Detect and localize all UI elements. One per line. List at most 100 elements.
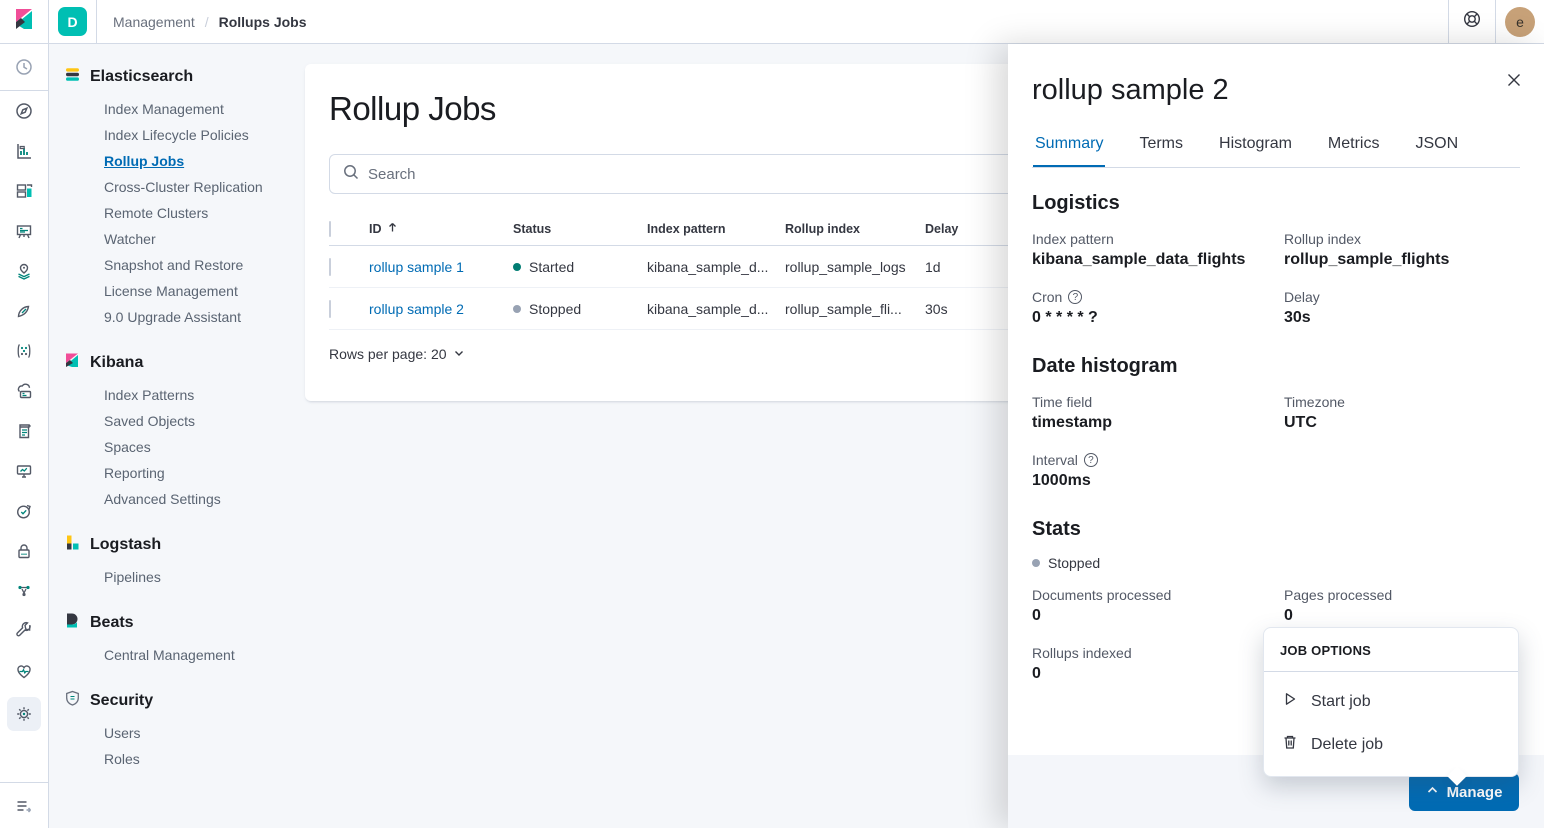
sidebar-item-snapshot-and-restore[interactable]: Snapshot and Restore bbox=[104, 252, 293, 278]
sidebar-item-watcher[interactable]: Watcher bbox=[104, 226, 293, 252]
status-started-dot bbox=[513, 262, 521, 271]
sidebar-item-advanced-settings[interactable]: Advanced Settings bbox=[104, 486, 293, 512]
sidebar-item-index-management[interactable]: Index Management bbox=[104, 96, 293, 122]
sidebar-item-license-management[interactable]: License Management bbox=[104, 278, 293, 304]
column-header-index-pattern[interactable]: Index pattern bbox=[647, 222, 785, 236]
close-icon[interactable] bbox=[1504, 70, 1524, 90]
rollup-index-cell: rollup_sample_fli... bbox=[785, 300, 902, 317]
field-rollup-index: Rollup index rollup_sample_flights bbox=[1284, 231, 1450, 268]
sort-ascending-icon bbox=[387, 221, 398, 236]
kibana-logo[interactable] bbox=[0, 0, 49, 44]
section-title: Logstash bbox=[90, 536, 162, 553]
recent-clock-icon[interactable] bbox=[0, 44, 49, 90]
uptime-icon[interactable] bbox=[0, 491, 49, 531]
logistics-heading: Logistics bbox=[1032, 192, 1120, 214]
sidebar-section-security: Security Users Roles bbox=[64, 690, 293, 772]
flyout-tabs: Summary Terms Histogram Metrics JSON bbox=[1032, 125, 1520, 168]
apm-icon[interactable] bbox=[0, 371, 49, 411]
logs-icon[interactable] bbox=[0, 411, 49, 451]
column-header-status[interactable]: Status bbox=[513, 222, 647, 236]
tab-json[interactable]: JSON bbox=[1413, 125, 1460, 167]
field-time-field: Time field timestamp bbox=[1032, 394, 1113, 431]
sidebar-item-rollup-jobs[interactable]: Rollup Jobs bbox=[104, 148, 293, 174]
life-buoy-icon bbox=[1462, 9, 1482, 34]
chevron-down-icon bbox=[453, 346, 465, 362]
visualize-chart-icon[interactable] bbox=[0, 131, 49, 171]
siem-lock-icon[interactable] bbox=[0, 531, 49, 571]
breadcrumb-management[interactable]: Management bbox=[113, 14, 195, 30]
graph-icon[interactable] bbox=[0, 331, 49, 371]
sidebar-item-roles[interactable]: Roles bbox=[104, 746, 293, 772]
ingest-nodes-icon[interactable] bbox=[0, 571, 49, 611]
app-root: D Management / Rollups Jobs e Elasticsea… bbox=[0, 0, 1544, 828]
field-index-pattern: Index pattern kibana_sample_data_flights bbox=[1032, 231, 1246, 268]
section-title: Beats bbox=[90, 614, 134, 631]
rollup-index-cell: rollup_sample_logs bbox=[785, 258, 906, 275]
topbar-actions: e bbox=[1448, 0, 1544, 44]
section-title: Security bbox=[90, 692, 154, 709]
column-header-id[interactable]: ID bbox=[369, 221, 513, 236]
kibana-section-logo-icon bbox=[64, 352, 81, 374]
canvas-frame-icon[interactable] bbox=[0, 211, 49, 251]
job-link[interactable]: rollup sample 2 bbox=[369, 301, 464, 317]
maps-pin-icon[interactable] bbox=[0, 251, 49, 291]
sidebar-item-upgrade-assistant[interactable]: 9.0 Upgrade Assistant bbox=[104, 304, 293, 330]
space-avatar[interactable]: D bbox=[58, 7, 87, 36]
sidebar-item-spaces[interactable]: Spaces bbox=[104, 434, 293, 460]
collapse-nav-icon[interactable] bbox=[0, 782, 49, 828]
search-icon bbox=[342, 163, 360, 186]
breadcrumb: Management / Rollups Jobs bbox=[113, 14, 307, 30]
play-icon bbox=[1282, 691, 1298, 712]
flyout-title: rollup sample 2 bbox=[1032, 74, 1229, 106]
field-pages-processed: Pages processed 0 bbox=[1284, 587, 1393, 624]
discover-compass-icon[interactable] bbox=[0, 91, 49, 131]
start-job-menu-item[interactable]: Start job bbox=[1264, 680, 1518, 723]
metrics-icon[interactable] bbox=[0, 451, 49, 491]
sidebar-item-pipelines[interactable]: Pipelines bbox=[104, 564, 293, 590]
sidebar-item-index-lifecycle-policies[interactable]: Index Lifecycle Policies bbox=[104, 122, 293, 148]
management-sidebar: Elasticsearch Index Management Index Lif… bbox=[49, 44, 305, 828]
delete-job-menu-item[interactable]: Delete job bbox=[1264, 723, 1518, 766]
sidebar-item-central-management[interactable]: Central Management bbox=[104, 642, 293, 668]
ml-icon[interactable] bbox=[0, 291, 49, 331]
sidebar-item-reporting[interactable]: Reporting bbox=[104, 460, 293, 486]
user-avatar[interactable]: e bbox=[1505, 6, 1535, 37]
kibana-logo-icon bbox=[13, 8, 35, 35]
column-header-rollup-index[interactable]: Rollup index bbox=[785, 222, 925, 236]
breadcrumb-current: Rollups Jobs bbox=[218, 13, 307, 30]
tab-summary[interactable]: Summary bbox=[1033, 125, 1106, 167]
management-gear-icon[interactable] bbox=[0, 691, 49, 737]
field-timezone: Timezone UTC bbox=[1284, 394, 1345, 431]
tab-terms[interactable]: Terms bbox=[1137, 125, 1185, 167]
row-checkbox[interactable] bbox=[329, 299, 331, 318]
user-menu[interactable]: e bbox=[1496, 0, 1544, 44]
devtools-wrench-icon[interactable] bbox=[0, 611, 49, 651]
stats-status-badge: Stopped bbox=[1032, 555, 1520, 571]
sidebar-item-index-patterns[interactable]: Index Patterns bbox=[104, 382, 293, 408]
date-histogram-heading: Date histogram bbox=[1032, 355, 1178, 377]
tab-metrics[interactable]: Metrics bbox=[1326, 125, 1382, 167]
space-selector[interactable]: D bbox=[49, 0, 97, 44]
sidebar-item-remote-clusters[interactable]: Remote Clusters bbox=[104, 200, 293, 226]
stats-heading: Stats bbox=[1032, 518, 1081, 540]
section-title: Elasticsearch bbox=[90, 68, 194, 85]
help-question-icon[interactable] bbox=[1068, 290, 1083, 304]
job-link[interactable]: rollup sample 1 bbox=[369, 259, 464, 275]
row-checkbox[interactable] bbox=[329, 257, 331, 276]
field-delay: Delay 30s bbox=[1284, 289, 1320, 326]
field-rollups-indexed: Rollups indexed 0 bbox=[1032, 645, 1132, 682]
sidebar-item-cross-cluster-replication[interactable]: Cross-Cluster Replication bbox=[104, 174, 293, 200]
nav-rail bbox=[0, 44, 49, 828]
status-label: Started bbox=[529, 258, 575, 275]
help-question-icon[interactable] bbox=[1083, 453, 1098, 467]
sidebar-item-saved-objects[interactable]: Saved Objects bbox=[104, 408, 293, 434]
security-shield-icon bbox=[64, 690, 81, 712]
monitoring-heartbeat-icon[interactable] bbox=[0, 651, 49, 691]
field-interval: Interval 1000ms bbox=[1032, 452, 1268, 490]
sidebar-section-kibana: Kibana Index Patterns Saved Objects Spac… bbox=[64, 352, 293, 512]
sidebar-item-users[interactable]: Users bbox=[104, 720, 293, 746]
dashboard-panels-icon[interactable] bbox=[0, 171, 49, 211]
help-button[interactable] bbox=[1448, 0, 1496, 44]
select-all-checkbox[interactable] bbox=[329, 220, 331, 237]
tab-histogram[interactable]: Histogram bbox=[1217, 125, 1294, 167]
